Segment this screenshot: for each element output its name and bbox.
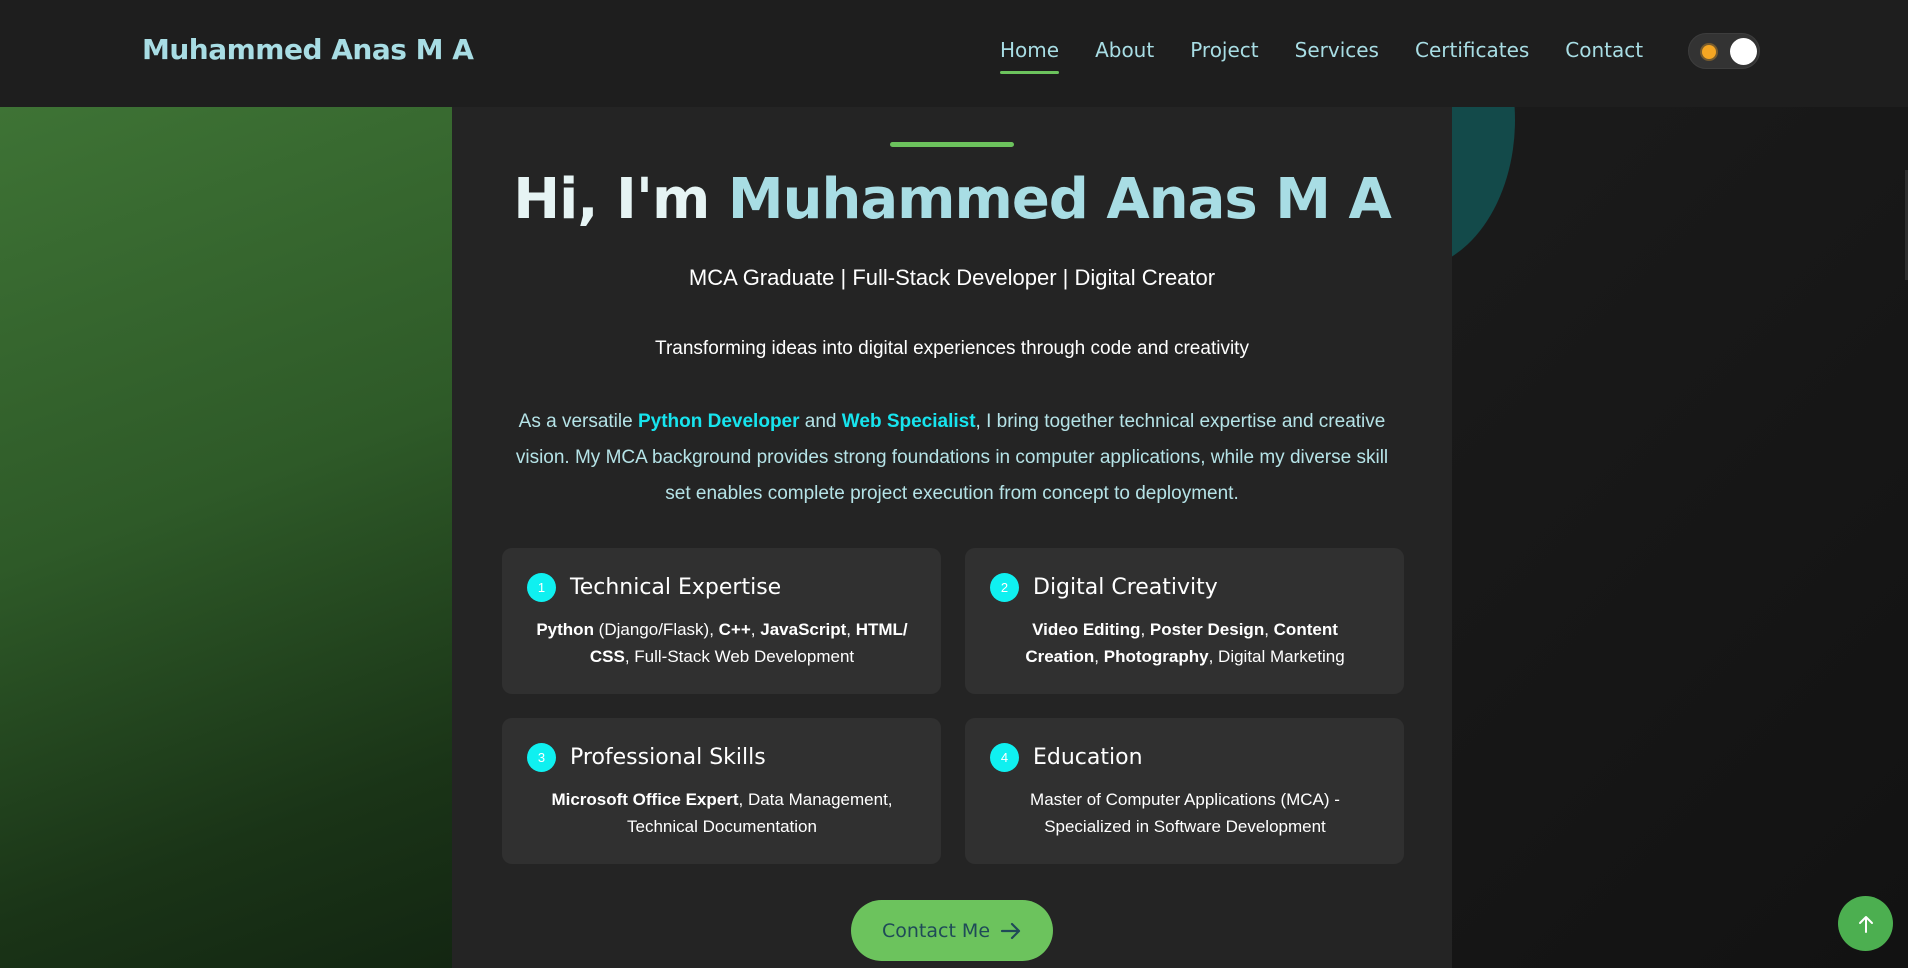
navbar: Muhammed Anas M A Home About Project Ser… [0,0,1908,107]
feature-description: Video Editing, Poster Design, Content Cr… [995,616,1375,670]
nav-link-home[interactable]: Home [1000,38,1060,74]
hero-greeting: Hi, I'm [513,167,728,232]
description-text: , Digital Marketing [1208,647,1345,666]
number-badge: 2 [990,573,1019,602]
theme-toggle[interactable] [1688,33,1760,69]
feature-title: Professional Skills [570,745,766,770]
highlight-web-specialist: Web Specialist [841,411,976,432]
skill-highlight: Microsoft Office Expert [551,790,739,809]
right-background-panel [1452,107,1908,968]
hero-tagline: Transforming ideas into digital experien… [655,338,1249,359]
skill-highlight: JavaScript [760,620,847,639]
nav-links: Home About Project Services Certificates… [1000,38,1679,74]
description-text: , [1140,620,1150,639]
intro-text: and [799,411,842,432]
toggle-knob [1730,38,1757,65]
contact-me-label: Contact Me [881,919,991,942]
scroll-to-top-button[interactable] [1838,896,1893,951]
description-text: , Full-Stack Web Development [624,647,855,666]
brand-logo[interactable]: Muhammed Anas M A [142,33,474,66]
skill-highlight: Poster Design [1149,620,1265,639]
feature-title: Digital Creativity [1033,575,1218,600]
number-badge: 1 [527,573,556,602]
feature-description: Microsoft Office Expert, Data Management… [532,786,912,840]
skill-highlight: C++ [718,620,751,639]
nav-link-services[interactable]: Services [1295,38,1379,72]
feature-description: Python (Django/Flask), C++, JavaScript , … [532,616,912,670]
hero-subtitle: MCA Graduate | Full-Stack Developer | Di… [688,265,1216,290]
nav-link-project[interactable]: Project [1190,38,1258,72]
intro-paragraph: As a versatile Python Developer and Web … [502,404,1402,512]
nav-link-contact[interactable]: Contact [1565,38,1643,72]
feature-card-digital-creativity: 2 Digital Creativity Video Editing, Post… [965,548,1404,694]
nav-link-certificates[interactable]: Certificates [1415,38,1529,72]
arrow-right-icon [1000,922,1021,939]
skill-highlight: Python [536,620,594,639]
description-text: (Django/Flask), [593,620,719,639]
feature-card-technical-expertise: 1 Technical Expertise Python (Django/Fla… [502,548,941,694]
feature-card-education: 4 Education Master of Computer Applicati… [965,718,1404,864]
description-text: , [1094,647,1104,666]
arrow-up-icon [1858,915,1873,933]
number-badge: 4 [990,743,1019,772]
feature-description: Master of Computer Applications (MCA) - … [995,786,1375,840]
feature-card-professional-skills: 3 Professional Skills Microsoft Office E… [502,718,941,864]
description-text: , [846,620,856,639]
hero-card: Hi, I'm Muhammed Anas M A MCA Graduate |… [452,107,1452,968]
left-background-panel [0,107,452,968]
description-text: , [750,620,761,639]
hero-name: Muhammed Anas M A [727,167,1392,232]
intro-text: As a versatile [518,411,638,432]
feature-title: Education [1033,745,1143,770]
hero-title: Hi, I'm Muhammed Anas M A [452,167,1452,232]
skill-highlight: Photography [1103,647,1209,666]
nav-link-about[interactable]: About [1095,38,1154,72]
sun-icon [1702,45,1716,59]
contact-me-button[interactable]: Contact Me [851,900,1053,961]
number-badge: 3 [527,743,556,772]
highlight-python-developer: Python Developer [637,411,800,432]
feature-title: Technical Expertise [570,575,782,600]
description-text: , [1264,620,1274,639]
accent-bar [890,142,1014,147]
description-text: Master of Computer Applications (MCA) - … [1030,790,1340,836]
skill-highlight: Video Editing [1032,620,1141,639]
